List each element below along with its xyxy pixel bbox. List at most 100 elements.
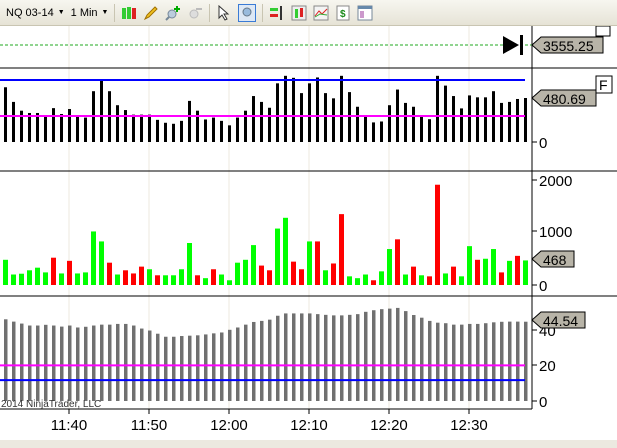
- volume-bar: [59, 273, 64, 285]
- volume-bar: [491, 249, 496, 285]
- candlestick-style-icon[interactable]: [121, 5, 137, 21]
- oscillator-bar: [340, 315, 344, 401]
- indicators-icon[interactable]: [313, 5, 329, 21]
- indicator-bar: [444, 85, 447, 142]
- oscillator-bar: [116, 323, 120, 401]
- volume-bar: [35, 267, 40, 285]
- indicator-bar: [12, 101, 15, 142]
- zoom-in-icon[interactable]: [165, 5, 181, 21]
- volume-bar: [315, 241, 320, 285]
- oscillator-bar: [220, 332, 224, 401]
- indicator-bar: [188, 100, 191, 142]
- volume-bar: [435, 184, 440, 285]
- volume-bar: [403, 274, 408, 285]
- strategies-icon[interactable]: $: [335, 5, 351, 21]
- oscillator-bar: [68, 325, 72, 401]
- volume-bar: [211, 269, 216, 285]
- oscillator-bar: [484, 323, 488, 401]
- time-tick-label: 12:30: [450, 417, 488, 434]
- volume-bar: [451, 266, 456, 285]
- oscillator-bar: [420, 317, 424, 401]
- oscillator-bar: [188, 335, 192, 401]
- time-tick-label: 12:10: [290, 417, 328, 434]
- volume-bar: [99, 241, 104, 285]
- volume-bar: [131, 273, 136, 285]
- oscillator-bar: [252, 321, 256, 401]
- indicator-bar: [508, 101, 511, 142]
- volume-bar: [299, 269, 304, 285]
- indicator-bar: [116, 105, 119, 142]
- toolbar-divider: [114, 3, 116, 22]
- oscillator-bar: [332, 315, 336, 401]
- volume-bar: [467, 246, 472, 285]
- indicator-bar: [60, 113, 63, 142]
- volume-bar: [115, 274, 120, 285]
- oscillator-bar: [28, 325, 32, 401]
- zoom-out-icon[interactable]: [187, 5, 203, 21]
- chart-style-icon[interactable]: [291, 5, 307, 21]
- pencil-draw-icon[interactable]: [143, 5, 159, 21]
- indicator-bar: [268, 107, 271, 142]
- oscillator-bar: [428, 320, 432, 401]
- indicator-bar: [388, 105, 391, 142]
- volume-bar: [75, 273, 80, 285]
- properties-icon[interactable]: [357, 5, 373, 21]
- indicator-bar: [140, 114, 143, 142]
- oscillator-bar: [76, 327, 80, 401]
- indicator-bar: [404, 102, 407, 142]
- indicator-bar: [412, 106, 415, 142]
- oscillator-bar: [476, 323, 480, 401]
- time-tick-label: 12:00: [210, 417, 248, 434]
- oscillator-bar: [444, 323, 448, 401]
- indicator-bar: [340, 75, 343, 142]
- volume-bar: [235, 262, 240, 285]
- end-of-chart-icon[interactable]: [503, 35, 523, 55]
- oscillator-bar: [132, 325, 136, 401]
- indicator-bar: [236, 117, 239, 142]
- indicator-bar: [524, 98, 527, 142]
- indicator-bar: [332, 98, 335, 142]
- instrument-selector[interactable]: NQ 03-14 ▼: [6, 3, 65, 23]
- interval-selector[interactable]: 1 Min ▼: [71, 3, 109, 23]
- chart-area[interactable]: 3555.25 480.69 F 0 2000 1000 0 468 40 20…: [0, 26, 617, 448]
- indicator-bar: [436, 75, 439, 142]
- oscillator-bar: [412, 315, 416, 401]
- cursor-pointer-icon[interactable]: [216, 4, 232, 21]
- volume-marker: 468: [531, 250, 575, 268]
- volume-bar: [67, 260, 72, 285]
- volume-bar: [355, 278, 360, 285]
- oscillator-bar: [204, 334, 208, 401]
- indicator-bar: [124, 110, 127, 142]
- volume-bar: [515, 255, 520, 285]
- volume-bar: [283, 217, 288, 285]
- volume-bar: [347, 276, 352, 285]
- panel-flag[interactable]: F: [595, 75, 613, 94]
- data-box-icon[interactable]: [269, 5, 285, 21]
- volume-bar: [107, 262, 112, 285]
- oscillator-bar: [460, 324, 464, 401]
- oscillator-bar: [180, 336, 184, 401]
- indicator-bar: [316, 77, 319, 142]
- volume-bar: [275, 228, 280, 285]
- horizontal-scrollbar[interactable]: [0, 440, 617, 448]
- volume-bar: [475, 259, 480, 285]
- zoom-box-icon[interactable]: [238, 3, 257, 22]
- indicator-bar: [76, 114, 79, 142]
- oscillator-bar: [20, 323, 24, 401]
- oscillator-bar: [396, 307, 400, 401]
- panel-flag[interactable]: [595, 26, 611, 37]
- volume-bar: [187, 243, 192, 285]
- volume-bar: [227, 280, 232, 285]
- volume-bar: [243, 259, 248, 285]
- volume-bar: [395, 239, 400, 285]
- indicator-bar: [452, 96, 455, 142]
- time-tick-label: 12:20: [370, 417, 408, 434]
- volume-bar: [443, 273, 448, 285]
- time-axis: 11:40 11:50 12:00 12:10 12:20 12:30: [51, 409, 488, 434]
- oscillator-bar: [92, 325, 96, 401]
- volume-bar: [163, 275, 168, 285]
- volume-bar: [219, 274, 224, 285]
- volume-bar: [339, 214, 344, 285]
- volume-bar: [11, 274, 16, 285]
- chevron-down-icon: ▼: [101, 9, 109, 16]
